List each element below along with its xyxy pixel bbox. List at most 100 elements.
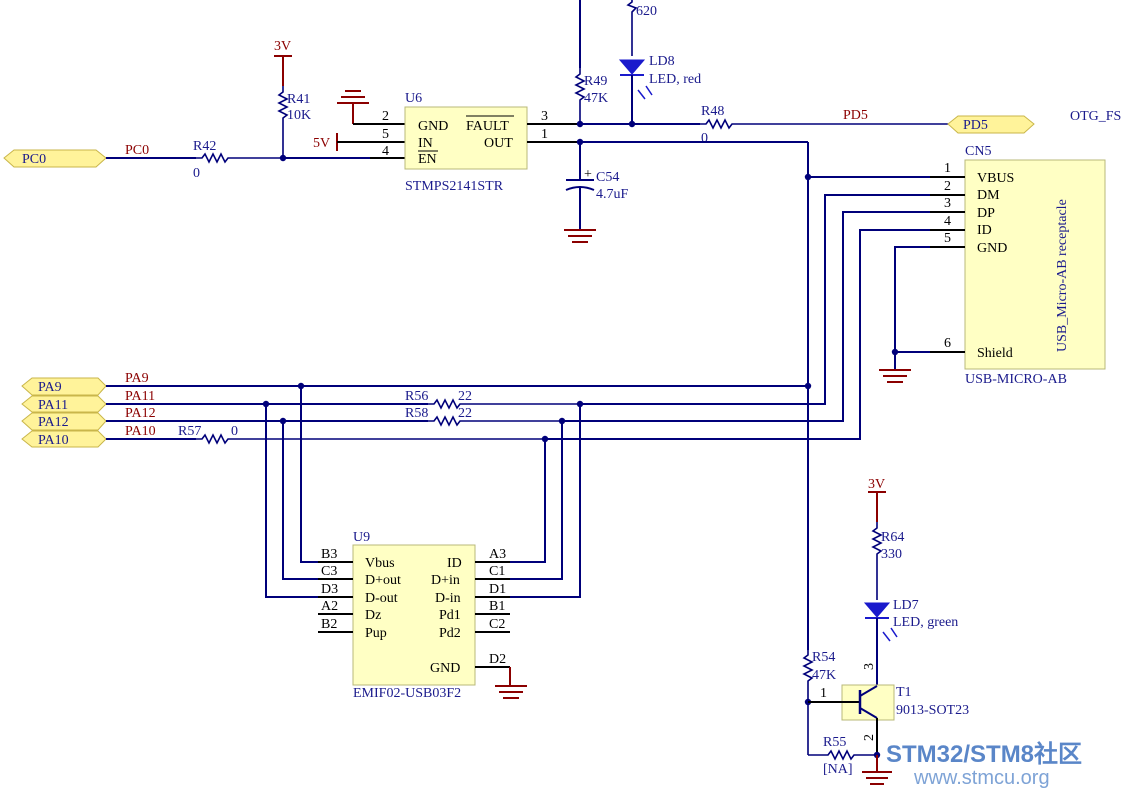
r54-ref: R54: [812, 650, 835, 665]
u9-num-a3: A3: [489, 547, 506, 562]
ld8-ref: LD8: [649, 54, 675, 69]
r-led8-value: 620: [636, 4, 657, 19]
r41-value: 10K: [287, 108, 311, 123]
port-pa12[interactable]: PA12: [21, 412, 107, 431]
power-5v: 5V: [313, 133, 405, 151]
u9-num-b1: B1: [489, 599, 505, 614]
watermark-brand: STM32/STM8社区: [886, 740, 1082, 768]
cn5-num-3: 3: [944, 196, 951, 211]
t1-pin2-num: 2: [862, 734, 877, 741]
net-pd5: PD5: [843, 108, 868, 123]
net-pa9: PA9: [125, 371, 149, 386]
u6-pin4-num: 4: [382, 144, 389, 159]
resistor-r41: R41 10K: [277, 86, 311, 158]
cn5-pin-dp: DP: [977, 206, 995, 221]
cn5-title: USB_Micro-AB receptacle: [1055, 199, 1070, 352]
cn5-pin-id: ID: [977, 223, 992, 238]
u9-pin-gnd: GND: [430, 661, 460, 676]
r64-ref: R64: [881, 530, 904, 545]
r41-ref: R41: [287, 92, 310, 107]
r58-ref: R58: [405, 406, 428, 421]
t1-ref: T1: [896, 685, 912, 700]
net-otg: OTG_FS: [1070, 109, 1121, 124]
connector-cn5: CN5 USB_Micro-AB receptacle USB-MICRO-AB…: [930, 144, 1106, 387]
u9-pin-dminus-out: D-out: [365, 591, 398, 606]
cn5-pin-shield: Shield: [977, 346, 1013, 361]
r57-ref: R57: [178, 424, 201, 439]
gnd-symbol-u9: [495, 667, 527, 699]
watermark-url: www.stmcu.org: [913, 767, 1050, 789]
u6-ref: U6: [405, 91, 422, 106]
ic-u6: U6 2 5 4 GND IN EN FAULT OUT STMPS2141ST…: [382, 91, 580, 194]
u9-ref: U9: [353, 530, 370, 545]
port-pc0[interactable]: PC0: [3, 149, 107, 168]
watermark: STM32/STM8社区 www.stmcu.org: [886, 740, 1082, 789]
u6-pin3-num: 3: [541, 109, 548, 124]
c54-polarity: +: [584, 167, 592, 182]
power-3v-r64: 3V: [868, 477, 886, 522]
ld8-value: LED, red: [649, 72, 701, 87]
gnd-symbol-u6: [337, 90, 405, 125]
u9-num-b3: B3: [321, 547, 337, 562]
cn5-part: USB-MICRO-AB: [965, 372, 1067, 387]
cn5-pin-vbus: VBUS: [977, 171, 1014, 186]
r42-value: 0: [193, 166, 200, 181]
u9-pin-dplus-out: D+out: [365, 573, 401, 588]
resistor-led8: 620: [626, 0, 657, 56]
r49-ref: R49: [584, 74, 607, 89]
u9-pin-id: ID: [447, 556, 462, 571]
capacitor-c54: + C54 4.7uF: [564, 142, 629, 243]
r55-value: [NA]: [823, 762, 853, 777]
t1-pin3-num: 3: [862, 663, 877, 670]
net-pa12: PA12: [125, 406, 156, 421]
net-pa10: PA10: [125, 424, 156, 439]
u9-num-c2: C2: [489, 617, 505, 632]
r54-value: 47K: [812, 668, 836, 683]
u6-part: STMPS2141STR: [405, 179, 504, 194]
u6-pin-gnd: GND: [418, 119, 448, 134]
u9-part: EMIF02-USB03F2: [353, 686, 461, 701]
c54-ref: C54: [596, 170, 619, 185]
port-pa11[interactable]: PA11: [21, 395, 107, 413]
r55-ref: R55: [823, 735, 846, 750]
port-pa9[interactable]: PA9: [21, 377, 107, 396]
u6-pin-out: OUT: [484, 136, 513, 151]
u6-pin5-num: 5: [382, 127, 389, 142]
u9-num-d1: D1: [489, 582, 506, 597]
u9-pin-pup: Pup: [365, 626, 387, 641]
led-ld7: LD7 LED, green: [863, 598, 958, 686]
ld7-ref: LD7: [893, 598, 919, 613]
port-pc0-label: PC0: [22, 152, 46, 167]
cn5-pin-gnd: GND: [977, 241, 1007, 256]
schematic-canvas: 3V R41 10K PC0 PC0 R42 0 5V U6 2 5 4 GND…: [3, 0, 1121, 789]
port-pa9-label: PA9: [38, 380, 62, 395]
power-3v-r41: 3V: [274, 39, 292, 86]
cn5-num-1: 1: [944, 161, 951, 176]
r64-value: 330: [881, 547, 902, 562]
resistor-r57: R57 0: [178, 424, 545, 445]
u9-num-b2: B2: [321, 617, 337, 632]
port-pd5[interactable]: PD5: [947, 115, 1035, 134]
port-pa10[interactable]: PA10: [21, 430, 107, 448]
u9-num-d3: D3: [321, 582, 338, 597]
port-pd5-label: PD5: [963, 118, 988, 133]
u6-pin-en: EN: [418, 152, 437, 167]
cn5-pin-dm: DM: [977, 188, 1000, 203]
u6-pin-fault: FAULT: [466, 119, 509, 134]
port-pa12-label: PA12: [38, 415, 69, 430]
cn5-num-4: 4: [944, 214, 951, 229]
r58-value: 22: [458, 406, 472, 421]
power-3v-label-b: 3V: [868, 477, 885, 492]
u9-num-d2: D2: [489, 652, 506, 667]
u9-num-a2: A2: [321, 599, 338, 614]
net-pc0: PC0: [125, 143, 149, 158]
ic-u9: U9 EMIF02-USB03F2 B3 C3 D3 A2 B2 Vbus D+…: [318, 530, 510, 701]
r56-ref: R56: [405, 389, 428, 404]
power-3v-label: 3V: [274, 39, 291, 54]
resistor-r42: R42 0: [193, 139, 283, 181]
resistor-r58: R58 22: [405, 406, 562, 427]
r42-ref: R42: [193, 139, 216, 154]
t1-pin1-num: 1: [820, 686, 827, 701]
net-pa11: PA11: [125, 389, 155, 404]
u6-pin-in: IN: [418, 136, 433, 151]
